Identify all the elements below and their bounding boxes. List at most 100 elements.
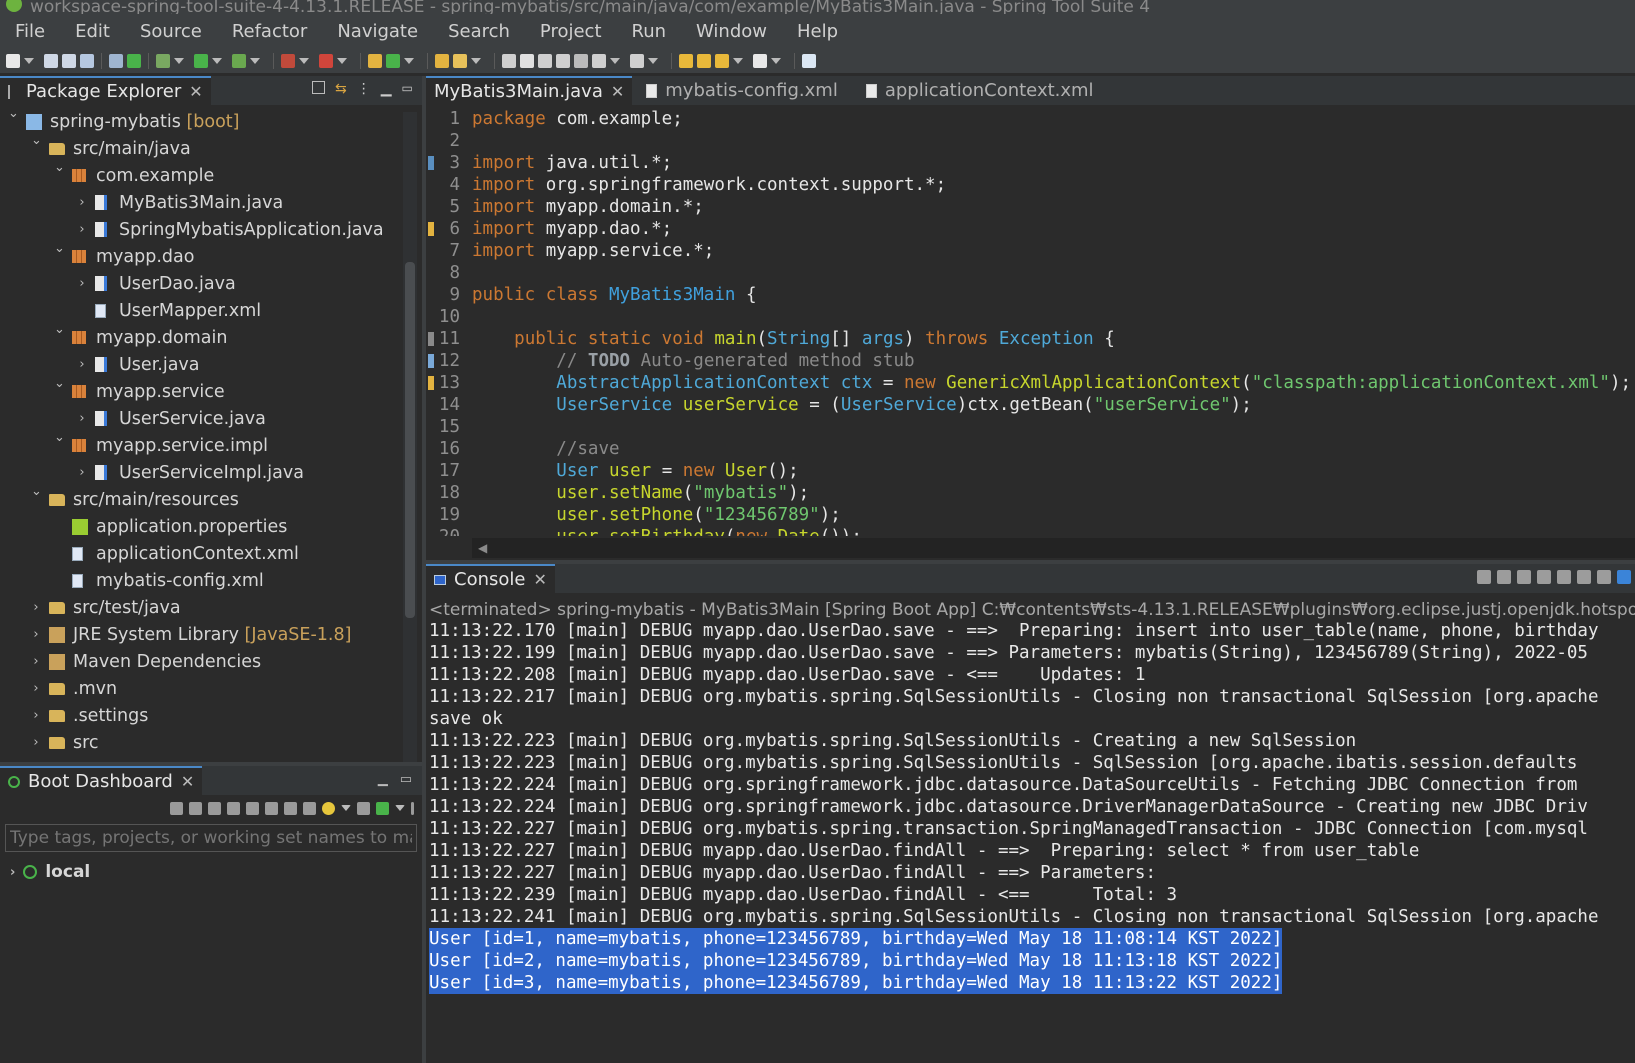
code-line[interactable]: 18 user.setName("mybatis"); [426,482,1635,504]
tree-item[interactable]: ⌄ myapp.service [0,376,398,405]
edit-icon[interactable] [284,801,297,815]
minimize-icon[interactable]: ▁ [378,772,388,787]
chevron-down-icon[interactable]: ⌄ [54,241,65,256]
tree-item[interactable]: ⌄ src/main/java [0,133,398,162]
chevron-down-icon[interactable]: ⌄ [54,322,65,337]
tree-item[interactable]: › User.java [0,351,398,378]
scroll-left-icon[interactable]: ◀ [478,541,487,555]
code-line[interactable]: 15 [426,416,1635,438]
console-line[interactable]: 11:13:22.241 [main] DEBUG org.mybatis.sp… [429,906,1598,928]
chevron-right-icon[interactable]: › [77,222,87,237]
code-line[interactable]: 6 import myapp.dao.*; [426,218,1635,240]
code-line[interactable]: 13 AbstractApplicationContext ctx = new … [426,372,1635,394]
skip-breakpoints-icon[interactable] [109,53,123,68]
tab-applicationcontext-xml[interactable]: applicationContext.xml [852,76,1108,106]
new-java-class-icon[interactable] [386,53,400,68]
tree-item[interactable]: › UserDao.java [0,270,398,297]
chevron-down-icon[interactable] [212,57,222,64]
console-line[interactable]: User [id=3, name=mybatis, phone=12345678… [429,972,1283,994]
forward-icon[interactable] [753,53,767,68]
chevron-right-icon[interactable]: › [31,654,41,669]
console-line[interactable]: 11:13:22.217 [main] DEBUG org.mybatis.sp… [429,686,1598,708]
chevron-down-icon[interactable] [299,57,309,64]
tree-item[interactable]: › MyBatis3Main.java [0,189,398,216]
chevron-right-icon[interactable]: › [77,411,87,426]
close-icon[interactable]: ✕ [181,772,194,791]
search-icon[interactable] [502,53,516,68]
filter-icon[interactable] [357,801,370,815]
boot-dashboard-icon[interactable] [127,53,141,68]
annotation-next-icon[interactable] [592,53,606,68]
tab-mybatis-config-xml[interactable]: mybatis-config.xml [632,76,852,106]
code-line[interactable]: 10 [426,306,1635,328]
chevron-down-icon[interactable] [395,805,405,811]
code-area[interactable]: 1 package com.example; 2 3 import java.util.… [426,106,1635,536]
chevron-down-icon[interactable] [341,805,351,811]
save-all-icon[interactable] [62,53,76,68]
tree-item[interactable]: › UserServiceImpl.java [0,459,398,486]
tab-console[interactable]: Console ✕ [426,563,555,594]
toggle-breadcrumb-icon[interactable] [538,53,552,68]
close-icon[interactable]: ✕ [189,82,202,101]
show-whitespace-icon[interactable] [574,53,588,68]
console-line[interactable]: User [id=2, name=mybatis, phone=12345678… [429,950,1283,972]
chevron-right-icon[interactable]: › [77,276,87,291]
new-spring-project-icon[interactable] [368,53,382,68]
tree-item[interactable]: ⌄ myapp.service.impl [0,430,398,459]
code-line[interactable]: 5 import myapp.domain.*; [426,196,1635,218]
chevron-down-icon[interactable]: ⌄ [8,106,19,121]
code-line[interactable]: 14 UserService userService = (UserServic… [426,394,1635,416]
tree-item[interactable]: › SpringMybatisApplication.java [0,216,398,243]
code-line[interactable]: 11 public static void main(String[] args… [426,328,1635,350]
console-line[interactable]: 11:13:22.170 [main] DEBUG myapp.dao.User… [429,620,1598,642]
chevron-down-icon[interactable] [337,57,347,64]
new-icon[interactable] [6,53,20,68]
add-icon[interactable] [376,801,389,815]
console-line[interactable]: 11:13:22.227 [main] DEBUG myapp.dao.User… [429,840,1419,862]
tree-item[interactable]: ⌄ spring-mybatis [boot] [0,106,398,135]
scrollbar-thumb[interactable] [405,262,415,618]
link-icon[interactable] [265,801,278,815]
code-line[interactable]: 4 import org.springframework.context.supp… [426,174,1635,196]
boot-dashboard-local-node[interactable]: › local [10,862,90,882]
menu-run[interactable]: Run [617,21,682,42]
console-line[interactable]: 11:13:22.208 [main] DEBUG myapp.dao.User… [429,664,1145,686]
chevron-right-icon[interactable]: › [77,195,87,210]
chevron-right-icon[interactable]: › [31,600,41,615]
chevron-down-icon[interactable] [404,57,414,64]
code-line[interactable]: 17 User user = new User(); [426,460,1635,482]
console-line[interactable]: 11:13:22.223 [main] DEBUG org.mybatis.sp… [429,730,1356,752]
menu-help[interactable]: Help [782,21,853,42]
code-line[interactable]: 16 //save [426,438,1635,460]
code-line[interactable]: 3 import java.util.*; [426,152,1635,174]
chevron-down-icon[interactable]: ⌄ [54,160,65,175]
menu-search[interactable]: Search [433,21,525,42]
chevron-right-icon[interactable]: › [10,865,15,880]
console-line[interactable]: save ok [429,708,503,730]
terminate-icon[interactable] [1537,570,1551,584]
tree-item[interactable]: › .mvn [0,675,398,702]
menu-window[interactable]: Window [681,21,782,42]
console-line[interactable]: 11:13:22.227 [main] DEBUG org.mybatis.sp… [429,818,1588,840]
console-line[interactable]: 11:13:22.227 [main] DEBUG myapp.dao.User… [429,862,1167,884]
close-icon[interactable]: ✕ [611,82,624,101]
tab-package-explorer[interactable]: Package Explorer ✕ [0,75,211,106]
chevron-down-icon[interactable]: ⌄ [31,133,42,148]
tree-item[interactable]: › src [0,729,398,756]
console-line[interactable]: 11:13:22.199 [main] DEBUG myapp.dao.User… [429,642,1588,664]
console-line[interactable]: 11:13:22.223 [main] DEBUG org.mybatis.sp… [429,752,1577,774]
close-icon[interactable]: ✕ [533,570,546,589]
start-icon[interactable] [170,801,183,815]
scroll-lock-icon[interactable] [1577,570,1591,584]
chevron-right-icon[interactable]: › [31,627,41,642]
open-type-icon[interactable] [435,53,449,68]
console-line[interactable]: 11:13:22.224 [main] DEBUG org.springfram… [429,774,1577,796]
code-line[interactable]: 1 package com.example; [426,108,1635,130]
tree-item[interactable]: › .settings [0,702,398,729]
save-icon[interactable] [44,53,58,68]
block-selection-icon[interactable] [556,53,570,68]
remove-launch-icon[interactable] [1497,570,1511,584]
remove-all-icon[interactable] [1517,570,1531,584]
code-line[interactable]: 20 user.setBirthday(new Date()); [426,526,1635,536]
console-line[interactable]: 11:13:22.239 [main] DEBUG myapp.dao.User… [429,884,1177,906]
